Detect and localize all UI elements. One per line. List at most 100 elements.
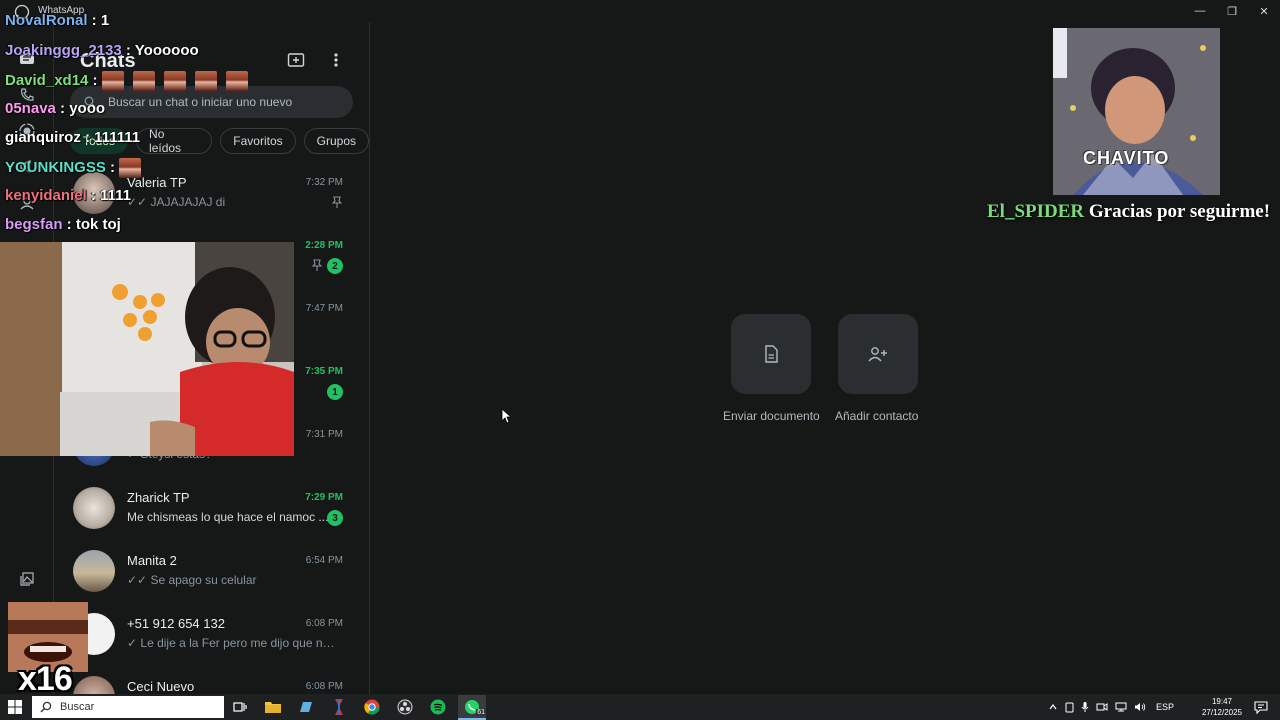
- document-icon: [765, 345, 778, 363]
- chat-row[interactable]: Ceci Nuevo 6:08 PM: [54, 666, 369, 694]
- app-tray-icon[interactable]: [329, 697, 349, 717]
- chat-time: 7:31 PM: [305, 429, 343, 440]
- windows-start-icon[interactable]: [8, 700, 22, 714]
- system-tray: ESP: [1049, 694, 1280, 720]
- stream-chat-user: Joakinggg_2133: [5, 42, 122, 59]
- taskbar-search[interactable]: Buscar: [32, 696, 224, 718]
- send-document-label: Enviar documento: [723, 409, 820, 423]
- unread-badge: 1: [327, 384, 343, 400]
- search-input[interactable]: [108, 95, 328, 109]
- stream-chat-message: David_xd14 :: [5, 71, 257, 91]
- send-document-button[interactable]: [731, 314, 811, 394]
- chat-last-message: Me chismeas lo que hace el namoc ...: [127, 510, 329, 524]
- add-contact-button[interactable]: [838, 314, 918, 394]
- chat-time: 2:28 PM: [305, 240, 343, 251]
- chat-time: 6:54 PM: [305, 555, 343, 566]
- emote-icon: [119, 158, 142, 178]
- add-contact-label: Añadir contacto: [835, 409, 919, 423]
- combo-multiplier: x16: [18, 660, 73, 698]
- chat-time: 6:08 PM: [305, 681, 343, 692]
- chat-last-message: ✓ Le dije a la Fer pero me dijo que no .…: [127, 636, 337, 650]
- task-view-icon[interactable]: [230, 697, 250, 717]
- chip-favoritos[interactable]: Favoritos: [220, 128, 296, 154]
- stream-chat-user: NovalRonal: [5, 12, 88, 29]
- chat-time: 7:32 PM: [305, 177, 343, 188]
- stream-chat-text: 111111: [94, 129, 141, 146]
- emote-icon: [101, 71, 124, 91]
- stream-chat-message: kenyidaniel : 1111: [5, 187, 131, 204]
- webcam-image: [0, 242, 294, 456]
- media-gallery-icon[interactable]: [16, 568, 38, 590]
- chip-no-leidos[interactable]: No leídos: [136, 127, 213, 155]
- chat-time: 7:35 PM: [305, 366, 343, 377]
- stream-chat-text: Yoooooo: [134, 42, 199, 59]
- unread-badge: 2: [327, 258, 343, 274]
- follower-alert-text: El_SPIDER Gracias por seguirme!: [987, 201, 1270, 223]
- stream-chat-text: yooo: [69, 100, 106, 117]
- chat-row[interactable]: Manita 2 6:54 PM ✓✓ Se apago su celular: [54, 540, 369, 603]
- stream-chat-message: gianquiroz : 111111: [5, 129, 141, 146]
- combo-badge-overlay: x16: [8, 602, 88, 698]
- stream-chat-user: David_xd14: [5, 71, 89, 89]
- language-indicator[interactable]: ESP: [1156, 702, 1174, 712]
- chat-name: +51 912 654 132: [127, 616, 225, 631]
- chat-last-message: ✓✓ JAJAJAJAJ di: [127, 195, 226, 209]
- avatar: [73, 550, 115, 592]
- chip-grupos[interactable]: Grupos: [303, 128, 369, 154]
- emote-icon: [132, 71, 155, 91]
- minimize-button[interactable]: —: [1184, 0, 1216, 22]
- chat-row[interactable]: Zharick TP 7:29 PM Me chismeas lo que ha…: [54, 477, 369, 540]
- stream-chat-message: Joakinggg_2133 : Yoooooo: [5, 42, 199, 59]
- mouse-cursor-icon: [501, 408, 511, 424]
- file-explorer-icon[interactable]: [263, 697, 283, 717]
- stream-chat-message: begsfan : tok toj: [5, 216, 121, 233]
- stream-chat-message: YOUNKINGSS :: [5, 158, 150, 178]
- chat-last-message: ✓✓ Se apago su celular: [127, 573, 257, 587]
- chat-time: 6:08 PM: [305, 618, 343, 629]
- avatar: [73, 487, 115, 529]
- stream-chat-user: gianquiroz: [5, 129, 81, 146]
- chat-name: Manita 2: [127, 553, 177, 568]
- new-chat-button[interactable]: [284, 48, 308, 72]
- emote-icon: [163, 71, 186, 91]
- device-icon[interactable]: [1065, 702, 1074, 713]
- microphone-icon[interactable]: [1081, 701, 1089, 713]
- spotify-icon[interactable]: [428, 697, 448, 717]
- clock-date: 27/12/2025: [1201, 708, 1242, 717]
- clock[interactable]: 19:47 27/12/2025: [1202, 696, 1242, 718]
- store-app-icon[interactable]: [296, 697, 316, 717]
- menu-button[interactable]: [324, 48, 348, 72]
- alert-image: [1053, 28, 1220, 195]
- alert-user: El_SPIDER: [987, 201, 1085, 222]
- clock-time: 19:47: [1211, 697, 1232, 706]
- chat-time: 7:47 PM: [305, 303, 343, 314]
- stream-chat-user: kenyidaniel: [5, 187, 87, 204]
- stream-chat-text: 1111: [100, 187, 131, 204]
- chrome-icon[interactable]: [362, 697, 382, 717]
- stream-chat-text: tok toj: [75, 216, 121, 233]
- add-contact-icon: [868, 347, 887, 362]
- whatsapp-taskbar-icon[interactable]: 61: [458, 695, 486, 720]
- taskbar-search-placeholder: Buscar: [60, 701, 95, 713]
- webcam-overlay: [0, 242, 294, 456]
- more-vertical-icon: [334, 53, 338, 67]
- emote-icon: [194, 71, 217, 91]
- notification-icon[interactable]: [1254, 700, 1268, 714]
- pin-icon: [311, 259, 323, 274]
- alert-image-caption: CHAVITO: [1083, 148, 1170, 168]
- whatsapp-taskbar-badge: 61: [476, 709, 486, 716]
- meet-now-icon[interactable]: [1096, 702, 1108, 712]
- chevron-up-icon[interactable]: [1049, 704, 1057, 710]
- stream-chat-user: YOUNKINGSS: [5, 158, 106, 176]
- chat-name: Zharick TP: [127, 490, 190, 505]
- stream-chat-message: NovalRonal : 1: [5, 12, 110, 29]
- stream-chat-message: 05nava : yooo: [5, 100, 106, 117]
- chat-row[interactable]: +51 912 654 132 6:08 PM ✓ Le dije a la F…: [54, 603, 369, 666]
- obs-icon[interactable]: [395, 697, 415, 717]
- maximize-button[interactable]: ❐: [1216, 0, 1248, 22]
- close-button[interactable]: ✕: [1248, 0, 1280, 22]
- emote-icon: [225, 71, 248, 91]
- stream-chat-user: begsfan: [5, 216, 63, 233]
- volume-icon[interactable]: [1134, 702, 1146, 712]
- network-icon[interactable]: [1115, 702, 1127, 712]
